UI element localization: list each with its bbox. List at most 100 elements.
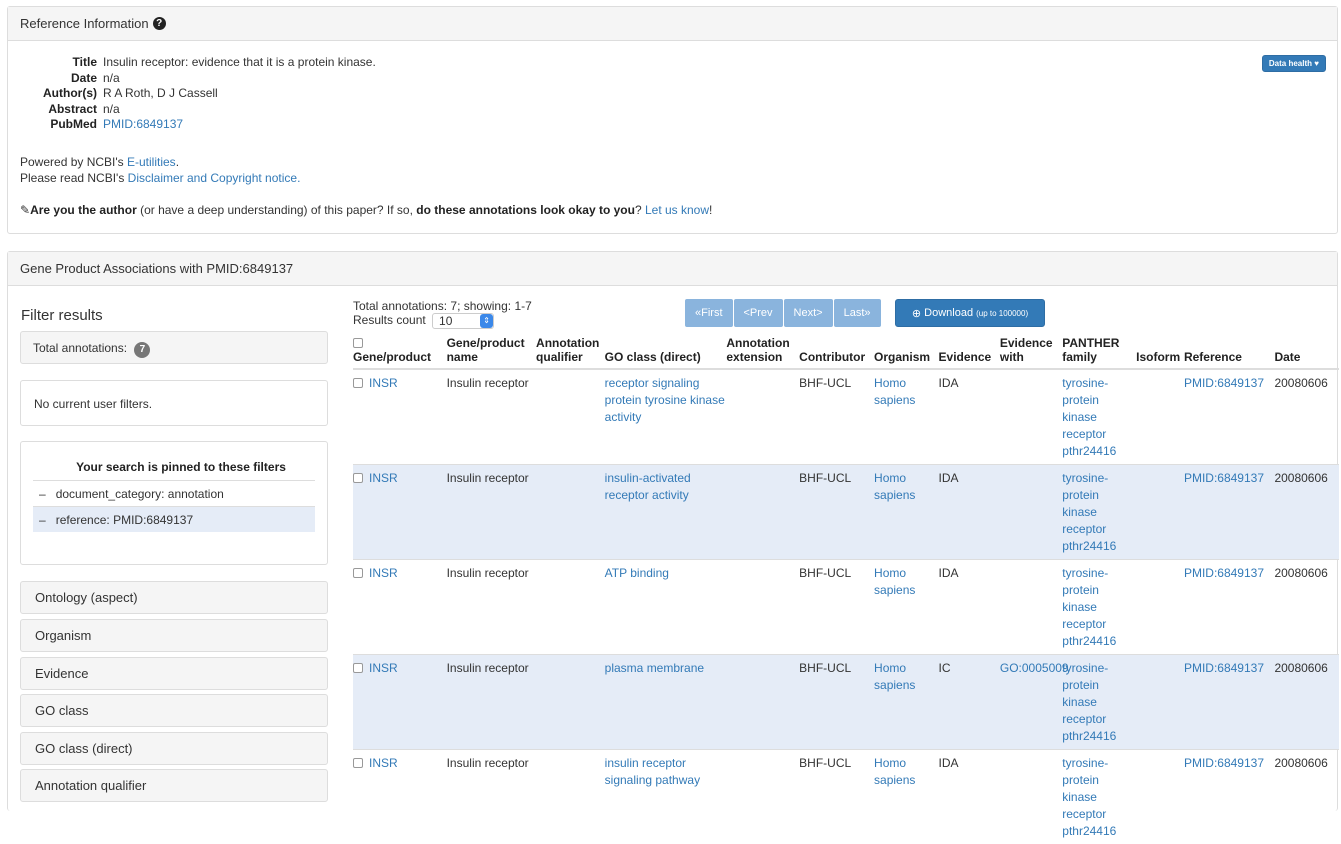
ref-row-title: Title Insulin receptor: evidence that it… <box>21 55 376 71</box>
table-row: INSR Insulin receptor ATP binding BHF-UC… <box>353 560 1339 655</box>
author-bold-1: Are you the author <box>30 203 137 217</box>
next-page-button[interactable]: Next> <box>784 299 833 327</box>
ref-row-date: Date n/a <box>21 71 376 87</box>
go-class-link[interactable]: insulin-activated receptor activity <box>605 471 691 502</box>
organism-link[interactable]: Homo sapiens <box>874 376 915 407</box>
first-page-button[interactable]: «First <box>685 299 733 327</box>
column-header-name[interactable]: Gene/product name <box>447 336 536 369</box>
go-class-link[interactable]: insulin receptor signaling pathway <box>605 756 700 787</box>
go-class-link[interactable]: ATP binding <box>605 566 669 580</box>
results-count-label: Results count <box>353 313 426 327</box>
row-checkbox[interactable] <box>353 758 363 768</box>
disclaimer-link[interactable]: Disclaimer and Copyright notice. <box>128 171 301 185</box>
read-prefix: Please read NCBI's <box>20 171 128 185</box>
author-q: ? <box>635 203 645 217</box>
column-header-contributor[interactable]: Contributor <box>799 336 874 369</box>
reference-link[interactable]: PMID:6849137 <box>1184 756 1264 770</box>
qualifier-cell <box>536 750 605 844</box>
panther-link[interactable]: tyrosine-protein kinase receptor pthr244… <box>1062 471 1116 553</box>
row-checkbox[interactable] <box>353 568 363 578</box>
go-class-link[interactable]: plasma membrane <box>605 661 704 675</box>
qualifier-cell <box>536 655 605 750</box>
panther-link[interactable]: tyrosine-protein kinase receptor pthr244… <box>1062 566 1116 648</box>
column-header-isoform[interactable]: Isoform <box>1136 336 1184 369</box>
pubmed-link[interactable]: PMID:6849137 <box>103 117 183 133</box>
reference-link[interactable]: PMID:6849137 <box>1184 661 1264 675</box>
go-class-cell: ATP binding <box>605 560 727 655</box>
pinned-filter-item[interactable]: – document_category: annotation <box>33 480 315 506</box>
organism-cell: Homo sapiens <box>874 750 938 844</box>
column-header-reference[interactable]: Reference <box>1184 336 1274 369</box>
powered-prefix: Powered by NCBI's <box>20 155 127 169</box>
date-cell: 20080606 <box>1274 750 1339 844</box>
facet-evidence[interactable]: Evidence <box>20 657 328 690</box>
pencil-icon: ✎ <box>20 203 30 217</box>
evidence-with-link[interactable]: GO:0005009 <box>1000 661 1069 675</box>
column-header-go-class[interactable]: GO class (direct) <box>605 336 727 369</box>
gene-name-cell: Insulin receptor <box>447 369 536 465</box>
gene-link[interactable]: INSR <box>369 471 398 485</box>
ref-row-authors: Author(s) R A Roth, D J Cassell <box>21 86 376 102</box>
facet-go-class-direct[interactable]: GO class (direct) <box>20 732 328 765</box>
e-utilities-link[interactable]: E-utilities <box>127 155 176 169</box>
organism-link[interactable]: Homo sapiens <box>874 566 915 597</box>
author-feedback-line: ✎Are you the author (or have a deep unde… <box>20 203 712 217</box>
row-checkbox[interactable] <box>353 663 363 673</box>
reference-cell: PMID:6849137 <box>1184 655 1274 750</box>
question-circle-icon[interactable]: ? <box>153 17 166 30</box>
organism-link[interactable]: Homo sapiens <box>874 661 915 692</box>
gene-cell: INSR <box>353 369 447 465</box>
panther-cell: tyrosine-protein kinase receptor pthr244… <box>1062 655 1136 750</box>
row-checkbox[interactable] <box>353 473 363 483</box>
row-checkbox[interactable] <box>353 378 363 388</box>
reference-link[interactable]: PMID:6849137 <box>1184 376 1264 390</box>
panther-link[interactable]: tyrosine-protein kinase receptor pthr244… <box>1062 661 1116 743</box>
column-header-organism[interactable]: Organism <box>874 336 938 369</box>
associations-heading-text: Gene Product Associations with PMID:6849… <box>20 261 293 276</box>
column-header-extension[interactable]: Annotation extension <box>726 336 799 369</box>
facet-go-class[interactable]: GO class <box>20 694 328 727</box>
table-row: INSR Insulin receptor plasma membrane BH… <box>353 655 1339 750</box>
select-all-checkbox[interactable] <box>353 338 363 348</box>
ref-date-value: n/a <box>103 71 120 87</box>
gene-link[interactable]: INSR <box>369 661 398 675</box>
organism-link[interactable]: Homo sapiens <box>874 471 915 502</box>
column-header-gene[interactable]: Gene/product <box>353 336 447 369</box>
go-class-link[interactable]: receptor signaling protein tyrosine kina… <box>605 376 725 424</box>
data-health-button[interactable]: Data health ♥ <box>1262 55 1326 72</box>
panther-link[interactable]: tyrosine-protein kinase receptor pthr244… <box>1062 756 1116 838</box>
gene-link[interactable]: INSR <box>369 566 398 580</box>
last-page-button[interactable]: Last» <box>834 299 881 327</box>
results-summary: Total annotations: 7; showing: 1-7 Resul… <box>353 299 532 329</box>
column-header-evidence-with[interactable]: Evidence with <box>1000 336 1062 369</box>
gene-cell: INSR <box>353 465 447 560</box>
go-class-cell: receptor signaling protein tyrosine kina… <box>605 369 727 465</box>
column-header-panther[interactable]: PANTHER family <box>1062 336 1136 369</box>
gene-cell: INSR <box>353 750 447 844</box>
organism-link[interactable]: Homo sapiens <box>874 756 915 787</box>
facet-organism[interactable]: Organism <box>20 619 328 652</box>
remove-filter-icon: – <box>39 513 46 527</box>
panther-link[interactable]: tyrosine-protein kinase receptor pthr244… <box>1062 376 1116 458</box>
pinned-filter-item[interactable]: – reference: PMID:6849137 <box>33 506 315 532</box>
header-gene-text: Gene/product <box>353 350 431 364</box>
evidence-with-cell <box>1000 750 1062 844</box>
results-count-select[interactable]: 10 ⇕ <box>432 313 494 329</box>
reference-cell: PMID:6849137 <box>1184 560 1274 655</box>
facet-annotation-qualifier[interactable]: Annotation qualifier <box>20 769 328 802</box>
column-header-evidence[interactable]: Evidence <box>939 336 1000 369</box>
reference-link[interactable]: PMID:6849137 <box>1184 471 1264 485</box>
gene-link[interactable]: INSR <box>369 756 398 770</box>
column-header-qualifier[interactable]: Annotation qualifier <box>536 336 605 369</box>
prev-page-button[interactable]: <Prev <box>734 299 783 327</box>
let-us-know-link[interactable]: Let us know <box>645 203 709 217</box>
author-bold-2: do these annotations look okay to you <box>416 203 635 217</box>
reference-link[interactable]: PMID:6849137 <box>1184 566 1264 580</box>
column-header-date[interactable]: Date <box>1274 336 1339 369</box>
go-class-cell: insulin receptor signaling pathway <box>605 750 727 844</box>
facet-ontology-aspect[interactable]: Ontology (aspect) <box>20 581 328 614</box>
gene-link[interactable]: INSR <box>369 376 398 390</box>
panther-cell: tyrosine-protein kinase receptor pthr244… <box>1062 750 1136 844</box>
download-button[interactable]: ⊕ Download (up to 100000) <box>895 299 1045 327</box>
isoform-cell <box>1136 369 1184 465</box>
